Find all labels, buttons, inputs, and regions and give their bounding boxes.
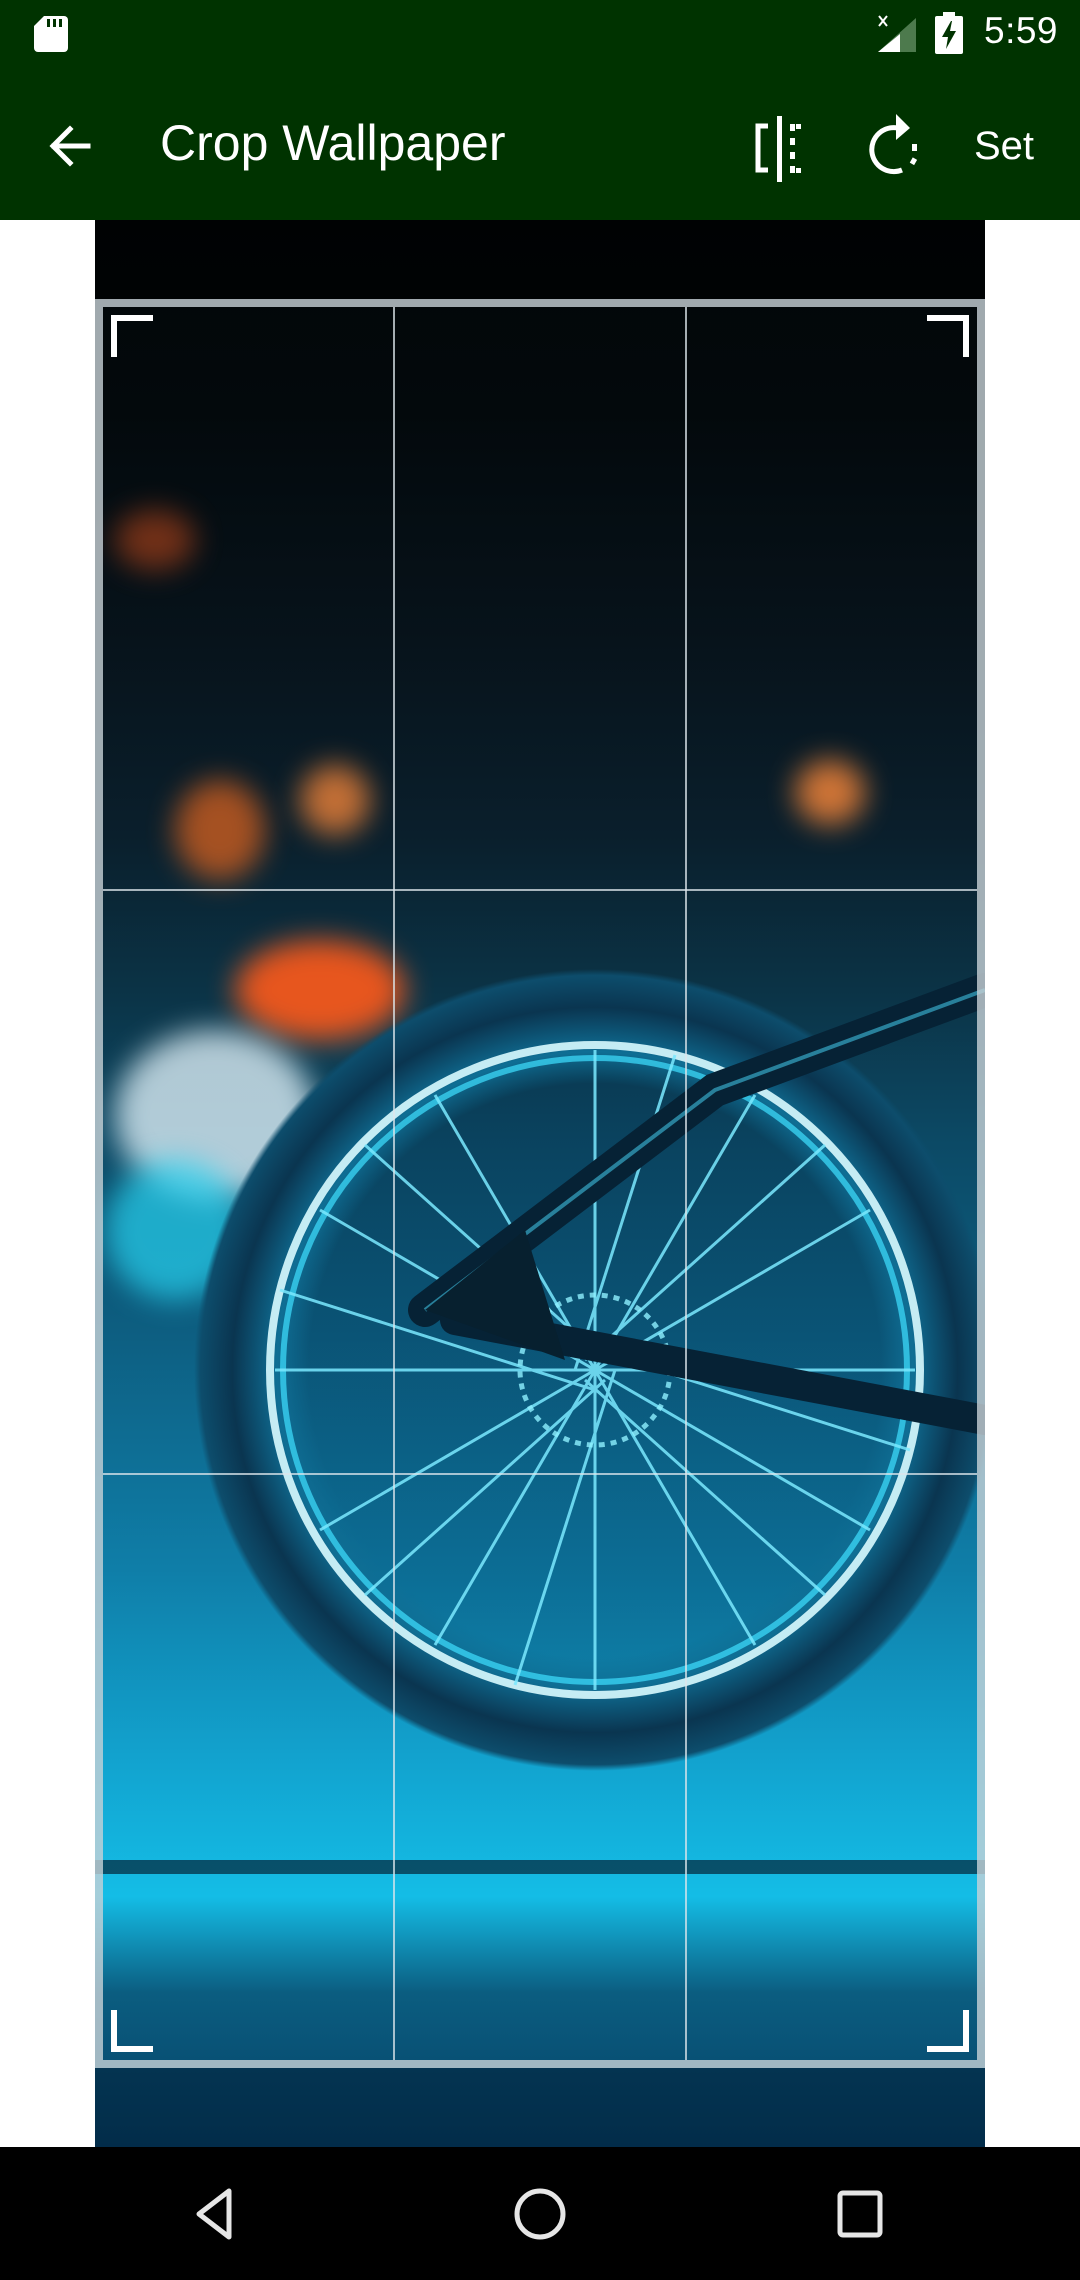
status-clock: 5:59 — [984, 10, 1059, 51]
grid-line-vertical-1 — [393, 307, 395, 2060]
flip-button[interactable] — [740, 108, 820, 188]
set-button[interactable]: Set — [962, 118, 1046, 174]
crop-outside-shade-top — [95, 220, 985, 299]
nav-recents-icon — [837, 2190, 883, 2238]
toolbar: Crop Wallpaper Set — [0, 72, 1080, 220]
navigation-bar — [0, 2147, 1080, 2280]
status-bar: 5:59 — [0, 0, 1080, 72]
crop-wallpaper-screen: 5:59 Crop Wallpaper Set — [0, 0, 1080, 2280]
nav-back-icon — [196, 2188, 232, 2240]
grid-line-horizontal-1 — [103, 889, 977, 891]
back-button[interactable] — [40, 116, 112, 176]
crop-outside-shade-bottom — [95, 2068, 985, 2147]
grid-line-horizontal-2 — [103, 1473, 977, 1475]
grid-line-vertical-2 — [685, 307, 687, 2060]
crop-handle-bottom-right[interactable] — [927, 2010, 969, 2052]
nav-home-icon — [514, 2188, 566, 2240]
crop-frame[interactable] — [95, 299, 985, 2068]
page-title: Crop Wallpaper — [160, 115, 506, 171]
crop-handle-bottom-left[interactable] — [111, 2010, 153, 2052]
crop-handle-top-left[interactable] — [111, 315, 153, 357]
nav-home-button[interactable] — [505, 2181, 575, 2247]
nav-recents-button[interactable] — [825, 2181, 895, 2247]
nav-back-button[interactable] — [185, 2181, 255, 2247]
arrow-back-icon — [49, 125, 91, 167]
battery-charging-icon — [935, 12, 963, 54]
rotate-button[interactable] — [856, 108, 936, 188]
rotate-clockwise-icon — [869, 114, 918, 175]
flip-horizontal-icon — [755, 116, 801, 182]
crop-handle-top-right[interactable] — [927, 315, 969, 357]
sd-card-icon — [34, 16, 68, 52]
signal-no-service-icon — [878, 15, 916, 52]
